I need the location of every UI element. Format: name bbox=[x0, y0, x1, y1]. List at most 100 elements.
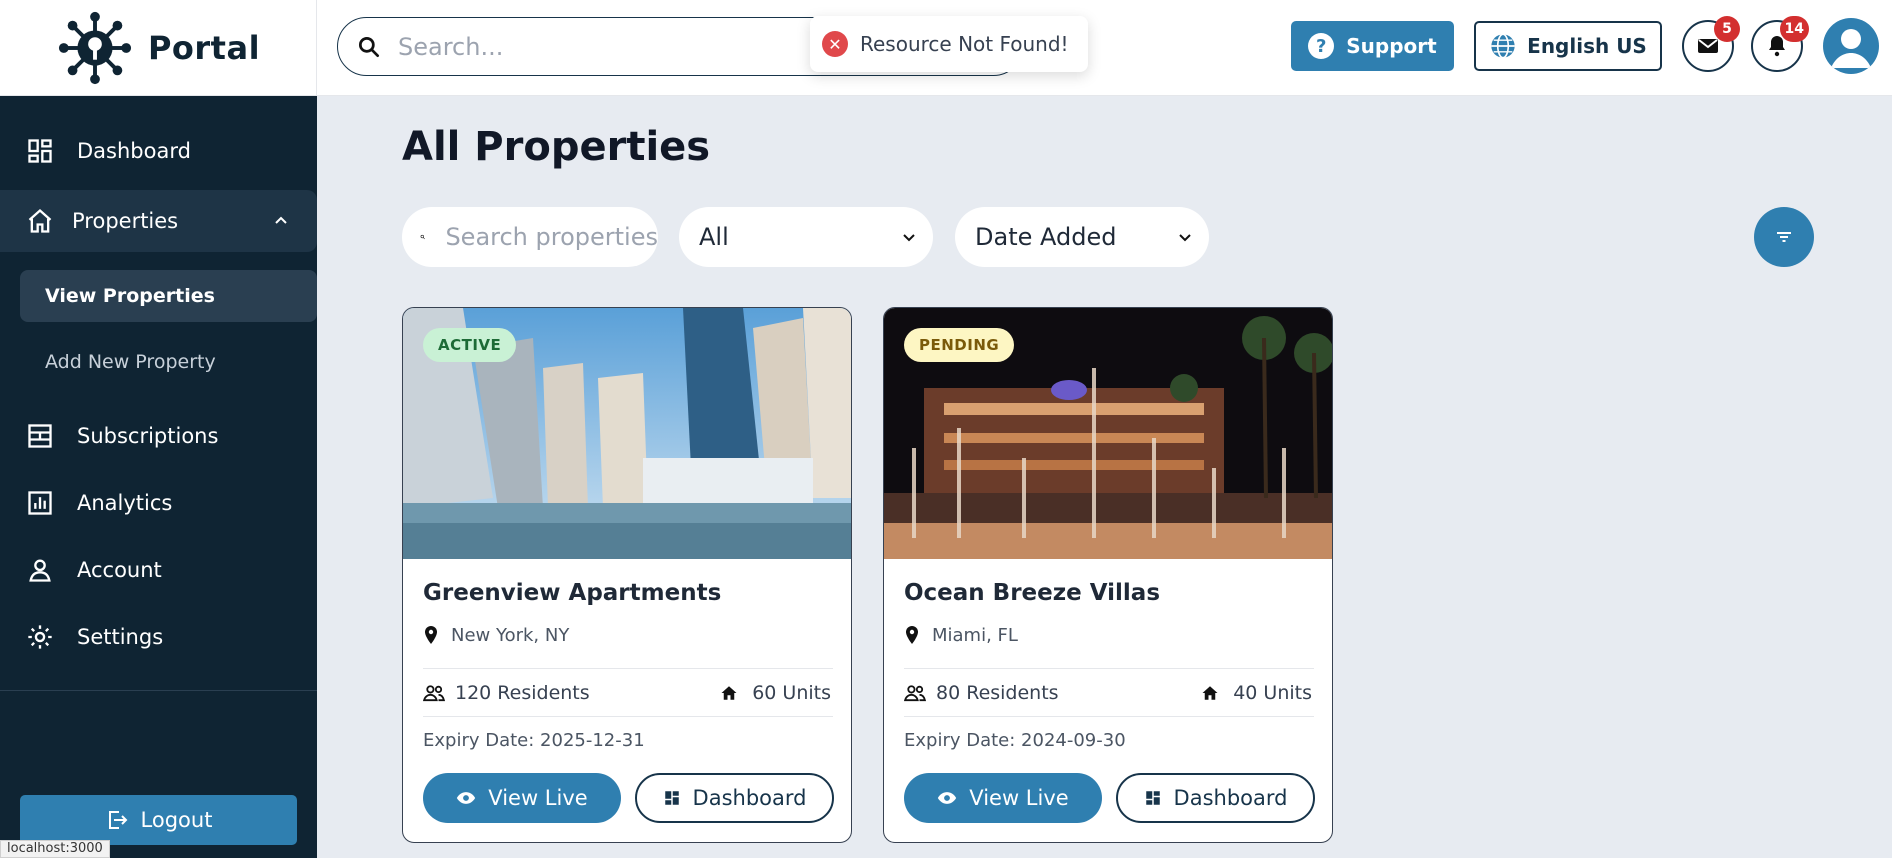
view-live-label: View Live bbox=[969, 786, 1069, 810]
sidebar-item-label: Settings bbox=[77, 625, 164, 649]
filter-icon bbox=[1777, 232, 1791, 242]
notifications-button[interactable]: 14 bbox=[1751, 16, 1809, 72]
units-text: 40 Units bbox=[1233, 682, 1312, 704]
residents-count: 80 Residents bbox=[904, 682, 1059, 704]
sidebar-item-subscriptions[interactable]: Subscriptions bbox=[0, 405, 317, 467]
toast-message: Resource Not Found! bbox=[860, 32, 1069, 56]
divider bbox=[423, 716, 833, 717]
logo-icon bbox=[58, 11, 132, 85]
sidebar-item-account[interactable]: Account bbox=[0, 539, 317, 601]
location-pin-icon bbox=[425, 625, 437, 644]
view-live-label: View Live bbox=[488, 786, 588, 810]
units-count: 40 Units bbox=[1201, 682, 1312, 704]
chevron-down-icon bbox=[1179, 234, 1191, 242]
user-avatar[interactable] bbox=[1823, 18, 1879, 74]
notification-count-badge: 14 bbox=[1779, 16, 1809, 42]
status-badge: ACTIVE bbox=[423, 328, 517, 362]
chevron-down-icon bbox=[903, 234, 915, 242]
dashboard-button[interactable]: Dashboard bbox=[635, 773, 834, 823]
sort-select[interactable]: Date Added bbox=[955, 207, 1209, 267]
mail-count-badge: 5 bbox=[1714, 16, 1740, 42]
location-pin-icon bbox=[906, 625, 918, 644]
page-title: All Properties bbox=[402, 124, 711, 170]
dashboard-label: Dashboard bbox=[1173, 786, 1288, 810]
messages-button[interactable]: 5 bbox=[1682, 16, 1740, 72]
dashboard-button[interactable]: Dashboard bbox=[1116, 773, 1315, 823]
gear-icon bbox=[28, 625, 52, 649]
status-bar-url: localhost:3000 bbox=[0, 840, 110, 858]
app-name: Portal bbox=[147, 29, 261, 67]
user-avatar-icon bbox=[1831, 29, 1871, 68]
language-label: English US bbox=[1527, 34, 1647, 58]
divider bbox=[904, 668, 1314, 669]
dashboard-icon bbox=[664, 791, 679, 805]
sidebar-item-analytics[interactable]: Analytics bbox=[0, 472, 317, 534]
home-icon bbox=[721, 686, 737, 700]
home-icon bbox=[1202, 686, 1218, 700]
eye-icon bbox=[938, 792, 957, 804]
property-location: Miami, FL bbox=[904, 625, 1018, 646]
location-text: Miami, FL bbox=[932, 625, 1018, 646]
sidebar-item-settings[interactable]: Settings bbox=[0, 606, 317, 668]
residents-text: 80 Residents bbox=[936, 682, 1059, 704]
residents-text: 120 Residents bbox=[455, 682, 590, 704]
home-icon bbox=[28, 208, 52, 233]
expiry-date: Expiry Date: 2025-12-31 bbox=[423, 730, 645, 751]
global-search-placeholder: Search... bbox=[398, 32, 504, 61]
units-text: 60 Units bbox=[752, 682, 831, 704]
person-icon bbox=[29, 559, 51, 582]
error-toast: ✕ Resource Not Found! bbox=[810, 16, 1088, 72]
language-button[interactable]: English US bbox=[1474, 21, 1662, 71]
property-card: PENDING Ocean Breeze Villas Miami, FL 80… bbox=[883, 307, 1333, 843]
status-filter-select[interactable]: All bbox=[679, 207, 933, 267]
chevron-up-icon bbox=[275, 216, 287, 224]
dashboard-label: Dashboard bbox=[692, 786, 807, 810]
help-icon: ? bbox=[1308, 33, 1335, 59]
sort-value: Date Added bbox=[975, 223, 1117, 251]
search-icon bbox=[358, 36, 380, 57]
sidebar-item-label: Subscriptions bbox=[77, 424, 219, 448]
sidebar-item-label: Properties bbox=[72, 209, 179, 233]
sidebar-subitem-add-property[interactable]: Add New Property bbox=[20, 336, 317, 388]
sidebar-item-label: Analytics bbox=[77, 491, 173, 515]
globe-icon bbox=[1491, 33, 1515, 59]
divider bbox=[904, 716, 1314, 717]
sidebar-divider bbox=[0, 690, 317, 691]
search-icon bbox=[420, 234, 425, 240]
subscriptions-icon bbox=[28, 424, 52, 448]
property-location: New York, NY bbox=[423, 625, 569, 646]
support-label: Support bbox=[1346, 34, 1437, 58]
property-name: Greenview Apartments bbox=[423, 580, 722, 606]
residents-count: 120 Residents bbox=[423, 682, 590, 704]
status-filter-value: All bbox=[699, 223, 729, 251]
status-badge: PENDING bbox=[904, 328, 1015, 362]
expiry-date: Expiry Date: 2024-09-30 bbox=[904, 730, 1126, 751]
sidebar-item-dashboard[interactable]: Dashboard bbox=[0, 120, 317, 182]
property-search-placeholder: Search properties bbox=[445, 223, 658, 251]
people-icon bbox=[423, 685, 445, 702]
filter-button[interactable] bbox=[1754, 207, 1814, 267]
eye-icon bbox=[457, 792, 476, 804]
people-icon bbox=[904, 685, 926, 702]
sidebar-subitem-view-properties[interactable]: View Properties bbox=[20, 270, 317, 322]
logout-icon bbox=[108, 811, 127, 829]
logout-label: Logout bbox=[140, 808, 213, 832]
dashboard-icon bbox=[28, 139, 52, 163]
property-name: Ocean Breeze Villas bbox=[904, 580, 1161, 606]
support-button[interactable]: ? Support bbox=[1291, 21, 1454, 71]
units-count: 60 Units bbox=[720, 682, 831, 704]
sidebar: Dashboard Properties View Properties Add… bbox=[0, 96, 317, 858]
brand[interactable]: Portal bbox=[0, 0, 317, 96]
analytics-icon bbox=[28, 491, 52, 515]
sidebar-item-label: Account bbox=[77, 558, 162, 582]
view-live-button[interactable]: View Live bbox=[904, 773, 1102, 823]
error-icon: ✕ bbox=[822, 31, 848, 57]
dashboard-icon bbox=[1145, 791, 1160, 805]
sidebar-item-label: Dashboard bbox=[77, 139, 191, 163]
divider bbox=[423, 668, 833, 669]
logout-button[interactable]: Logout bbox=[20, 795, 297, 845]
sidebar-item-properties[interactable]: Properties bbox=[0, 190, 317, 252]
view-live-button[interactable]: View Live bbox=[423, 773, 621, 823]
property-card: ACTIVE Greenview Apartments New York, NY… bbox=[402, 307, 852, 843]
property-search-input[interactable]: Search properties bbox=[402, 207, 658, 267]
